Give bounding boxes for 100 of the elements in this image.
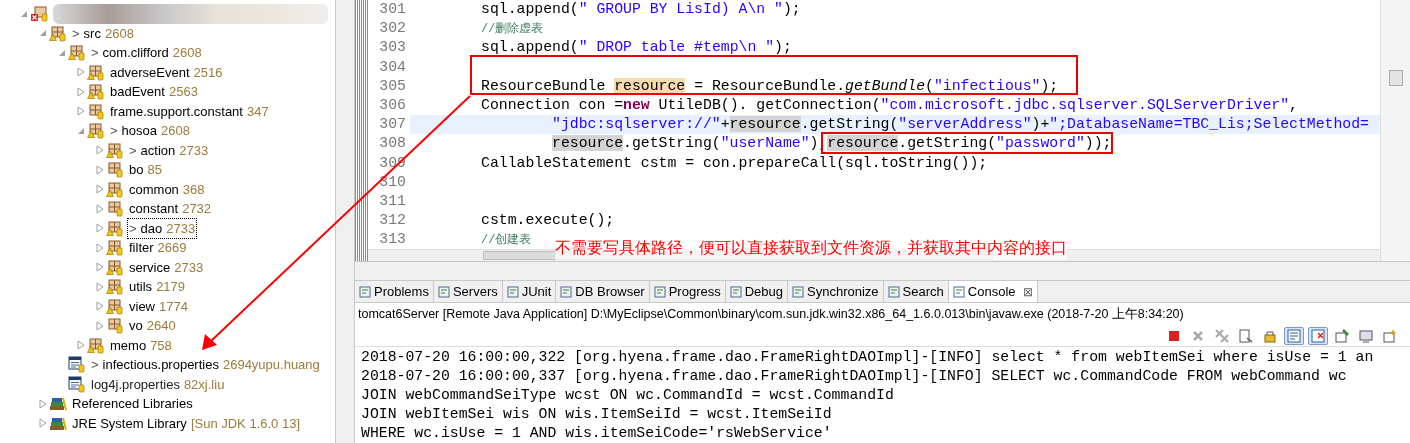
- tree-item-label[interactable]: src: [83, 23, 101, 43]
- expand-arrow-icon[interactable]: [96, 262, 104, 273]
- expand-arrow-icon[interactable]: [77, 86, 85, 97]
- code-line: "jdbc:sqlserver://"+resource.getString("serverAddress")+";DatabaseName=TBC_Lis;SelectMethod=: [552, 115, 1369, 135]
- tree-item-label[interactable]: filter: [129, 238, 154, 258]
- document-icon: [1239, 328, 1253, 343]
- tree-item-info: 2732: [182, 200, 212, 218]
- expand-arrow-icon[interactable]: [39, 398, 47, 409]
- tree-item-label[interactable]: dao: [140, 218, 163, 238]
- expand-arrow-icon[interactable]: [96, 223, 104, 234]
- dirty-marker: >: [129, 141, 137, 160]
- toolbar-button[interactable]: [1284, 326, 1304, 345]
- dirty-marker: >: [129, 219, 137, 238]
- tree-item-info: 2608: [104, 24, 134, 43]
- code-line: CallableStatement cstm = con.prepareCall(sql.toString());: [481, 153, 988, 173]
- tree-item-label[interactable]: bo: [129, 160, 144, 180]
- close-tab-button[interactable]: ⊠: [1022, 282, 1033, 301]
- expand-arrow-icon[interactable]: [96, 242, 104, 253]
- tree-item-info: 2640: [146, 317, 176, 335]
- tree-item-label[interactable]: badEvent: [110, 82, 165, 102]
- tree-item-label[interactable]: com.clifford: [102, 43, 169, 63]
- collapse-arrow-icon[interactable]: [77, 126, 85, 135]
- tree-item-label[interactable]: hosoa: [121, 121, 157, 141]
- vertical-scrollbar[interactable]: [1380, 0, 1410, 261]
- dirty-marker: >: [72, 24, 80, 43]
- code-line: cstm.execute();: [481, 211, 615, 231]
- tree-item-info: 2733: [179, 141, 209, 160]
- tree-item-label[interactable]: action: [140, 140, 176, 160]
- tree-item-info: 2179: [156, 278, 186, 296]
- lines-icon: [1287, 328, 1301, 343]
- expand-arrow-icon[interactable]: [77, 67, 85, 78]
- dirty-marker: >: [91, 44, 99, 62]
- annotation-note: 不需要写具体路径，便可以直接获取到文件资源，并获取其中内容的接口: [555, 236, 1067, 260]
- lock-icon: [1263, 328, 1277, 343]
- tree-item-label[interactable]: JRE System Library: [72, 413, 187, 433]
- collapse-arrow-icon[interactable]: [20, 9, 28, 18]
- code-line: Connection con =new UtileDB(). getConnection("com.microsoft.jdbc.sqlserver.SQLServerDriver",: [481, 95, 1298, 115]
- code-line: sql.append(" DROP table #temp\n ");: [481, 38, 792, 58]
- console-line: JOIN webCommandSeiType wcst ON wc.CommandId = wcst.CommandId: [361, 386, 895, 405]
- project-icon: [30, 5, 48, 23]
- expand-arrow-icon[interactable]: [96, 281, 104, 292]
- view-tab[interactable]: Console ⊠: [948, 281, 1038, 302]
- expand-arrow-icon[interactable]: [77, 106, 85, 117]
- monitor-icon: [1359, 328, 1373, 343]
- console-line: 2018-07-20 16:00:00,322 [org.hyena.frame.dao.FrameRightDAOImpl]-[INFO] select * from webItemSei where isUse = 1 an: [361, 348, 1375, 367]
- tree-item-label[interactable]: Referenced Libraries: [72, 394, 193, 414]
- view-icon: [560, 285, 573, 298]
- tree-item-label[interactable]: frame.support.constant: [110, 101, 243, 121]
- expand-arrow-icon[interactable]: [96, 164, 104, 175]
- tree-item-info: 758: [150, 336, 172, 355]
- expand-arrow-icon[interactable]: [96, 203, 104, 214]
- tree-item-info: 82xj.liu: [183, 375, 225, 394]
- toolbar-button[interactable]: [1212, 326, 1232, 345]
- double-close-icon: [1215, 328, 1229, 343]
- expand-arrow-icon[interactable]: [77, 340, 85, 351]
- code-line: ResourceBundle resource = ResourceBundle.getBundle("infectious");: [481, 76, 1059, 96]
- view-icon: [952, 285, 965, 298]
- tree-item-label[interactable]: memo: [110, 335, 147, 355]
- lines-close-icon: [1311, 328, 1325, 343]
- tree-item-info: 2669: [157, 239, 187, 257]
- expand-arrow-icon[interactable]: [96, 184, 104, 195]
- tree-item-label[interactable]: constant: [129, 199, 179, 219]
- tree-item-info: 2563: [168, 83, 198, 101]
- code-line: sql.append(" GROUP BY LisId) A\n ");: [481, 0, 801, 19]
- tree-item-info: 2608: [161, 122, 190, 140]
- tree-item-info: 85: [147, 161, 162, 179]
- tree-item-label[interactable]: infectious.properties: [102, 355, 219, 375]
- tree-item-info: 2694yupu.huang: [222, 356, 320, 374]
- tree-item-label[interactable]: common: [129, 179, 179, 199]
- tree-item-info: 347: [246, 102, 269, 121]
- dirty-marker: >: [91, 356, 99, 374]
- sash[interactable]: [335, 0, 355, 443]
- tree-item-label[interactable]: vo: [129, 316, 143, 336]
- view-icon: [792, 285, 805, 298]
- console-line: WHERE wc.isUse = 1 AND wis.itemSeiCode='rsWebService': [361, 424, 833, 443]
- properties-file-icon: [68, 375, 86, 393]
- expand-arrow-icon[interactable]: [96, 301, 104, 312]
- tree-item-label[interactable]: adverseEvent: [110, 62, 190, 82]
- tree-item-label[interactable]: log4j.properties: [91, 374, 180, 394]
- tree-item-label[interactable]: utils: [129, 277, 153, 297]
- tree-item-info: 2608: [172, 44, 202, 62]
- collapse-arrow-icon[interactable]: [58, 48, 66, 57]
- view-icon: [506, 285, 519, 298]
- view-icon: [359, 285, 371, 298]
- tree-item-label[interactable]: service: [129, 257, 171, 277]
- code-line: //创建表: [481, 232, 532, 249]
- console-line: JOIN webItemSei wis ON wis.ItemSeiId = wcst.ItemSeiId: [361, 405, 833, 424]
- view-icon: [887, 285, 900, 298]
- collapse-arrow-icon[interactable]: [39, 29, 47, 38]
- view-icon: [437, 285, 450, 298]
- tree-item-info: 2516: [193, 63, 223, 82]
- toolbar-button[interactable]: [1308, 326, 1328, 345]
- tree-item-info: 368: [182, 180, 205, 199]
- books-icon: [49, 395, 67, 413]
- expand-arrow-icon[interactable]: [96, 320, 104, 331]
- tree-item-label[interactable]: view: [129, 296, 155, 316]
- close-icon: [1192, 329, 1204, 342]
- expand-arrow-icon[interactable]: [39, 418, 47, 429]
- process-label: tomcat6Server [Remote Java Application] D:\MyEclipse\Common\binary\com.sun.jdk.win32.x86_64_1.6.0.013\bin\javaw.exe (2018-7-20 上午8:34:20): [358, 305, 1184, 323]
- expand-arrow-icon[interactable]: [96, 145, 104, 156]
